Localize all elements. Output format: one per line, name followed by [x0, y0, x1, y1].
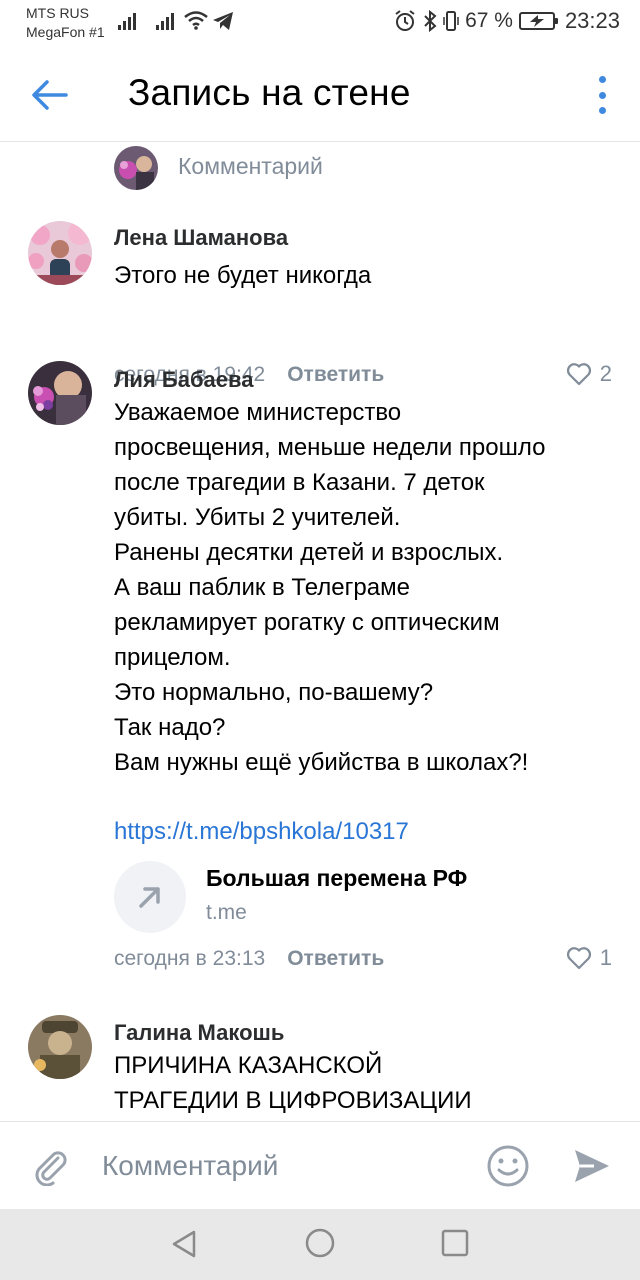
signal-icon — [118, 12, 136, 30]
like-count: 1 — [599, 945, 612, 970]
signal-icon — [156, 12, 174, 30]
comment-author[interactable]: Лия Бабаева — [114, 367, 254, 393]
status-right: 67 % 23:23 — [393, 8, 620, 34]
comment-text: ПРИЧИНА КАЗАНСКОЙ ТРАГЕДИИ В ЦИФРОВИЗАЦИ… — [114, 1052, 472, 1114]
send-icon[interactable] — [572, 1146, 612, 1186]
comment-author[interactable]: Лена Шаманова — [114, 225, 288, 251]
vibrate-icon — [443, 11, 459, 31]
comment-input[interactable]: Комментарий — [102, 1150, 278, 1182]
bluetooth-icon — [424, 9, 437, 33]
nav-recent-icon[interactable] — [441, 1229, 469, 1257]
comment-link[interactable]: https://t.me/bpshkola/10317 — [114, 818, 409, 846]
nav-home-icon[interactable] — [304, 1227, 336, 1259]
page-title: Запись на стене — [128, 72, 411, 113]
heart-icon — [566, 947, 591, 970]
arrow-up-right-icon — [114, 861, 186, 933]
avatar[interactable] — [28, 1015, 92, 1079]
carrier-1: MTS RUS — [26, 5, 89, 21]
avatar[interactable] — [28, 221, 92, 285]
wifi-icon — [184, 11, 208, 30]
like-button[interactable]: 1 — [566, 945, 612, 971]
alarm-icon — [395, 10, 415, 31]
smile-icon[interactable] — [486, 1144, 530, 1188]
comment-composer: Комментарий — [0, 1121, 640, 1209]
comments-feed: Комментарий Лена Шаманова Этого не будет… — [0, 143, 640, 1121]
carrier-2: MegaFon #1 — [26, 24, 105, 40]
comment-text: Уважаемое министерство просвещения, мень… — [114, 399, 546, 776]
status-bar: MTS RUS MegaFon #1 67 % 23:23 — [0, 0, 640, 50]
arrow-left-icon[interactable] — [30, 78, 70, 112]
comment-item: Лена Шаманова Этого не будет никогда сег… — [0, 213, 640, 386]
avatar[interactable] — [28, 361, 92, 425]
comment-prompt[interactable]: Комментарий — [178, 153, 323, 180]
system-nav-bar — [0, 1209, 640, 1280]
link-snippet[interactable]: Большая перемена РФ t.me — [114, 861, 594, 941]
snippet-domain: t.me — [206, 901, 247, 924]
app-bar: Запись на стене — [0, 50, 640, 142]
comment-item: Галина Макошь ПРИЧИНА КАЗАНСКОЙ ТРАГЕДИИ… — [0, 1003, 640, 1121]
paperclip-icon[interactable] — [30, 1146, 70, 1186]
clock: 23:23 — [564, 8, 620, 33]
carrier-info: MTS RUS MegaFon #1 — [26, 4, 105, 42]
comment-text: Этого не будет никогда — [114, 262, 372, 289]
snippet-title: Большая перемена РФ — [206, 865, 468, 891]
more-vertical-icon[interactable] — [596, 76, 608, 114]
battery-charging-icon — [518, 12, 558, 30]
nav-back-icon[interactable] — [170, 1229, 198, 1259]
battery-percent: 67 % — [465, 9, 513, 32]
comment-meta: сегодня в 23:13 Ответить — [114, 947, 384, 971]
comment-author[interactable]: Галина Макошь — [114, 1020, 284, 1046]
reply-button[interactable]: Ответить — [287, 947, 384, 971]
comment-time: сегодня в 23:13 — [114, 947, 266, 970]
avatar — [114, 146, 158, 190]
telegram-icon — [213, 12, 233, 30]
comment-item: Лия Бабаева Уважаемое министерство просв… — [0, 353, 640, 993]
